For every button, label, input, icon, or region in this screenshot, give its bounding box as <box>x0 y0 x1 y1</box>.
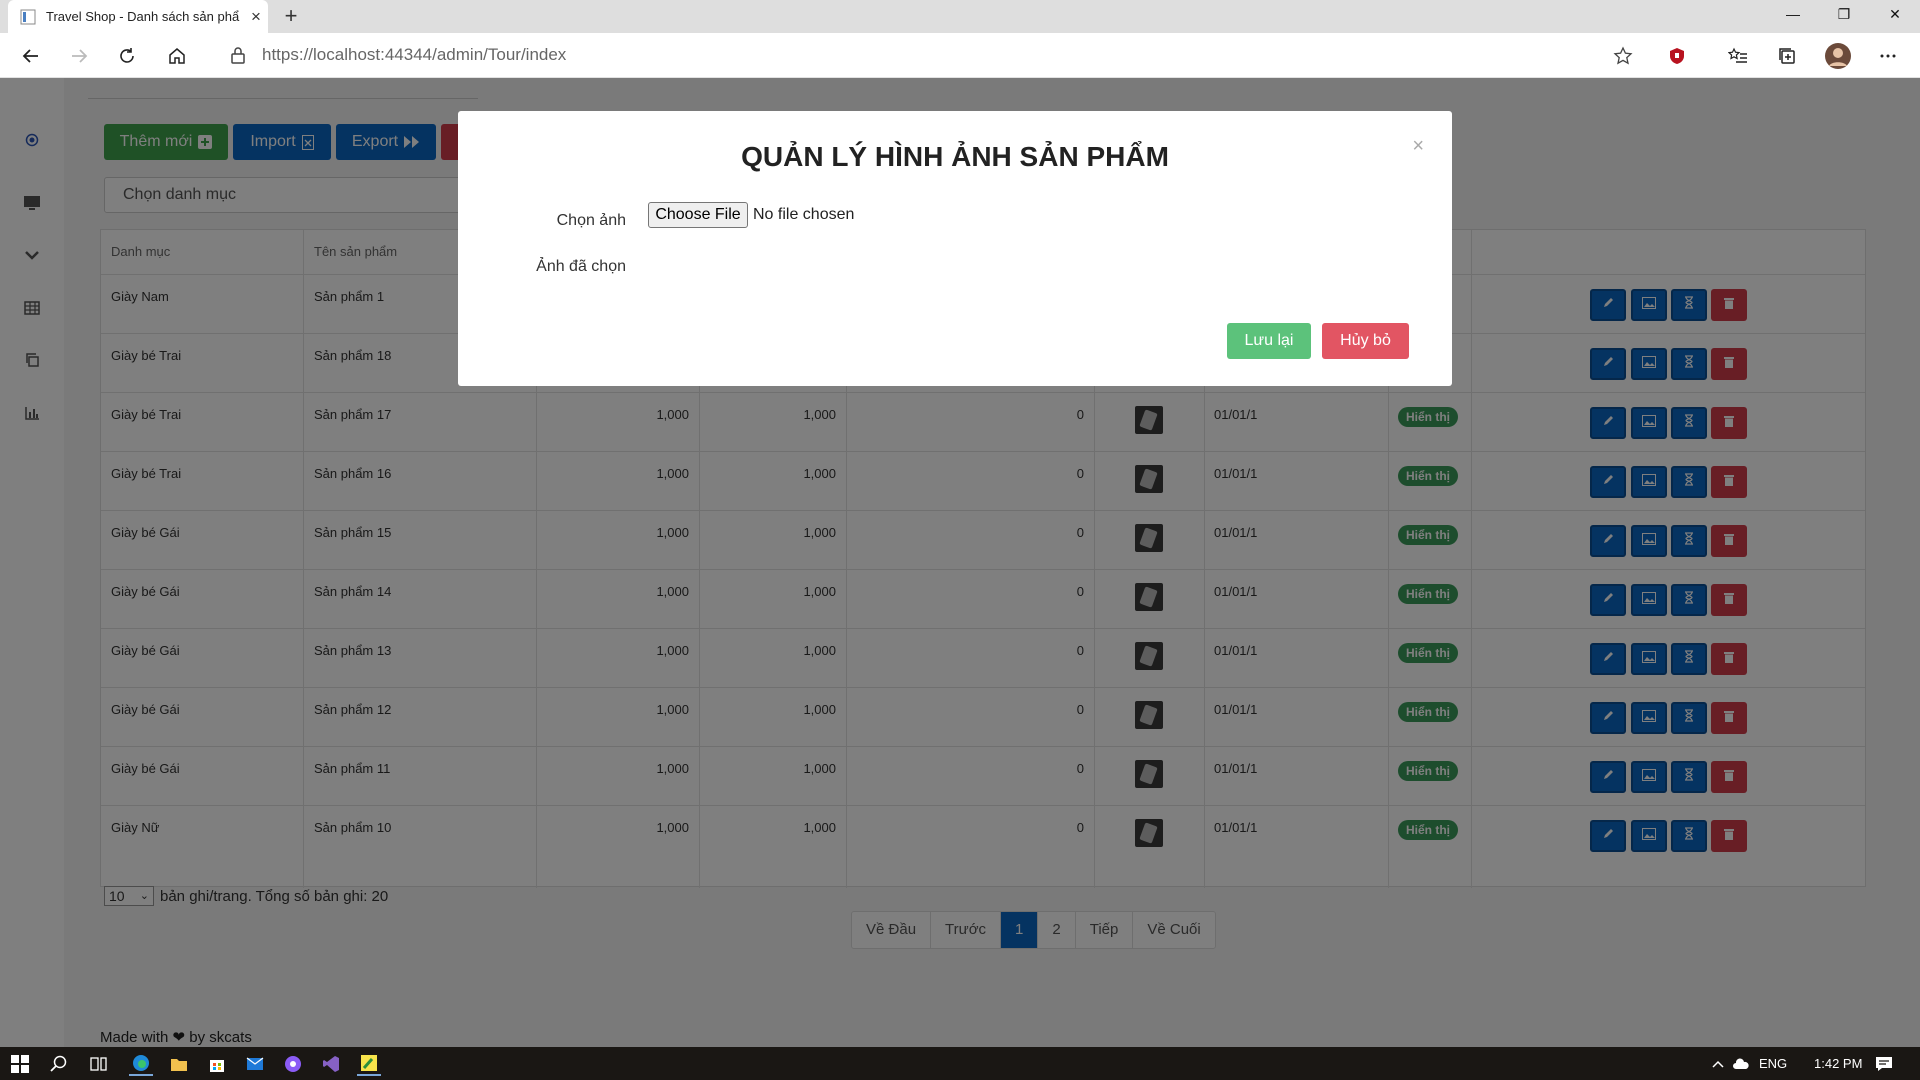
visual-studio-icon[interactable] <box>319 1052 343 1076</box>
home-icon[interactable] <box>160 39 194 73</box>
browser-toolbar: https://localhost:44344/admin/Tour/index <box>0 33 1920 78</box>
back-icon[interactable] <box>14 39 48 73</box>
new-tab-button[interactable]: + <box>278 3 304 29</box>
modal-close-icon[interactable]: × <box>1412 135 1424 158</box>
selected-images-label: Ảnh đã chọn <box>536 258 626 275</box>
windows-taskbar: ENG 1:42 PM <box>0 1047 1920 1080</box>
save-button[interactable]: Lưu lại <box>1227 323 1311 359</box>
tray-chevron-up-icon[interactable] <box>1706 1052 1730 1076</box>
file-status-text: No file chosen <box>753 206 855 223</box>
tab-title: Travel Shop - Danh sách sản phẩ <box>46 9 240 24</box>
paint-app-icon[interactable] <box>357 1052 381 1076</box>
taskbar-clock[interactable]: 1:42 PM <box>1814 1056 1862 1071</box>
media-app-icon[interactable] <box>281 1052 305 1076</box>
cancel-button[interactable]: Hủy bỏ <box>1322 323 1409 359</box>
choose-file-button[interactable]: Choose File <box>648 202 748 228</box>
choose-image-label: Chọn ảnh <box>556 212 626 229</box>
refresh-icon[interactable] <box>110 39 144 73</box>
minimize-icon[interactable]: — <box>1770 0 1816 30</box>
task-view-icon[interactable] <box>87 1052 111 1076</box>
address-bar[interactable]: https://localhost:44344/admin/Tour/index <box>208 38 1628 72</box>
collections-icon[interactable] <box>1770 39 1804 73</box>
more-menu-icon[interactable] <box>1871 39 1905 73</box>
extension-shield-icon[interactable] <box>1660 39 1694 73</box>
browser-tab[interactable]: Travel Shop - Danh sách sản phẩ × <box>8 0 268 33</box>
modal-title: QUẢN LÝ HÌNH ẢNH SẢN PHẨM <box>741 141 1169 172</box>
tab-close-icon[interactable]: × <box>244 7 268 27</box>
notification-icon[interactable] <box>1872 1052 1896 1076</box>
mail-icon[interactable] <box>243 1052 267 1076</box>
forward-icon[interactable] <box>62 39 96 73</box>
search-icon[interactable] <box>47 1052 71 1076</box>
onedrive-cloud-icon[interactable] <box>1729 1052 1753 1076</box>
favorite-star-icon[interactable] <box>1606 39 1640 73</box>
windows-start-icon[interactable] <box>8 1052 32 1076</box>
url-path: :44344/admin/Tour/index <box>380 45 567 64</box>
lock-icon[interactable] <box>228 45 248 65</box>
page-favicon-icon <box>20 9 36 24</box>
favorites-list-icon[interactable] <box>1721 39 1755 73</box>
file-explorer-icon[interactable] <box>167 1052 191 1076</box>
store-icon[interactable] <box>205 1052 229 1076</box>
restore-icon[interactable]: ❐ <box>1821 0 1867 30</box>
window-close-icon[interactable]: ✕ <box>1872 0 1918 30</box>
image-manager-modal: QUẢN LÝ HÌNH ẢNH SẢN PHẨM × Chọn ảnh Ảnh… <box>458 111 1452 386</box>
edge-browser-icon[interactable] <box>129 1052 153 1076</box>
language-indicator[interactable]: ENG <box>1759 1056 1787 1071</box>
profile-avatar[interactable] <box>1821 39 1855 73</box>
url-host: https://localhost <box>262 45 381 64</box>
browser-tab-strip: Travel Shop - Danh sách sản phẩ × + — ❐ … <box>0 0 1920 33</box>
